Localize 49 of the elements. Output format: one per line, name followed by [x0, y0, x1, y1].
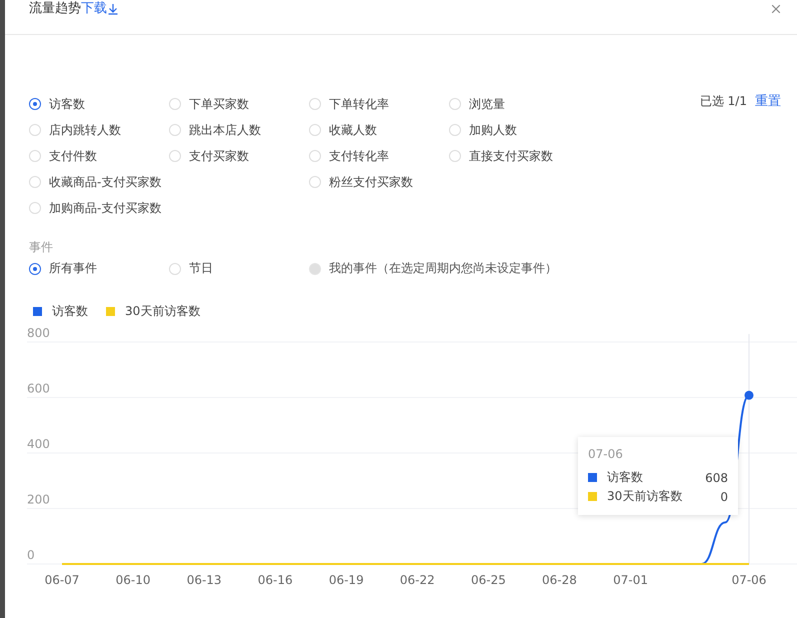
axis-label: 06-19	[328, 573, 364, 587]
legend-swatch	[106, 307, 115, 316]
metric-radio[interactable]: 加购商品-支付买家数	[29, 195, 309, 221]
axis-label: 0	[27, 548, 35, 562]
download-link[interactable]: 下载	[81, 0, 119, 18]
metric-radio[interactable]: 下单买家数	[169, 91, 309, 117]
tooltip-value: 608	[705, 470, 728, 484]
axis-label: 06-07	[44, 573, 80, 587]
tooltip-label: 访客数	[607, 469, 643, 486]
metric-radio[interactable]: 支付转化率	[309, 143, 449, 169]
dialog-title: 流量趋势下载	[29, 0, 119, 18]
axis-label: 06-22	[400, 573, 435, 587]
legend-item[interactable]: 30天前访客数	[106, 303, 200, 320]
legend-item[interactable]: 访客数	[33, 303, 88, 320]
event-radio[interactable]: 节日	[169, 260, 309, 277]
axis-label: 07-06	[732, 573, 766, 587]
metric-radio[interactable]: 浏览量	[449, 91, 589, 117]
axis-label: 07-01	[613, 573, 648, 587]
metric-radio[interactable]: 粉丝支付买家数	[309, 169, 449, 195]
axis-label: 06-28	[542, 573, 577, 587]
close-button[interactable]	[769, 2, 783, 16]
axis-label: 06-13	[186, 573, 222, 587]
axis-label: 800	[27, 326, 50, 340]
metric-radio[interactable]: 支付买家数	[169, 143, 309, 169]
section-label: 事件	[29, 239, 54, 256]
metric-radio[interactable]: 直接支付买家数	[449, 143, 589, 169]
tooltip-value: 0	[720, 490, 728, 504]
metric-radio[interactable]: 支付件数	[29, 143, 169, 169]
axis-label: 06-16	[258, 573, 293, 587]
tooltip-label: 30天前访客数	[607, 488, 682, 505]
reset-link[interactable]: 重置	[755, 92, 781, 110]
event-radio[interactable]: 所有事件	[29, 260, 169, 277]
axis-label: 06-10	[116, 573, 150, 587]
axis-label: 400	[27, 437, 50, 451]
metric-radio[interactable]: 收藏商品-支付买家数	[29, 169, 309, 195]
metric-radio[interactable]: 访客数	[29, 91, 169, 117]
download-icon	[107, 3, 119, 15]
metric-radio[interactable]: 店内跳转人数	[29, 117, 169, 143]
metric-radio[interactable]: 下单转化率	[309, 91, 449, 117]
axis-label: 200	[27, 492, 50, 506]
metric-radio[interactable]: 跳出本店人数	[169, 117, 309, 143]
axis-label: 600	[27, 382, 50, 396]
legend-swatch	[33, 307, 42, 316]
axis-label: 06-25	[470, 573, 506, 587]
tooltip-date: 07-06	[588, 447, 624, 461]
metric-radio[interactable]: 加购人数	[449, 117, 589, 143]
data-point	[744, 390, 754, 400]
selected-count: 已选 1/1	[700, 92, 747, 110]
metric-radio[interactable]: 收藏人数	[309, 117, 449, 143]
